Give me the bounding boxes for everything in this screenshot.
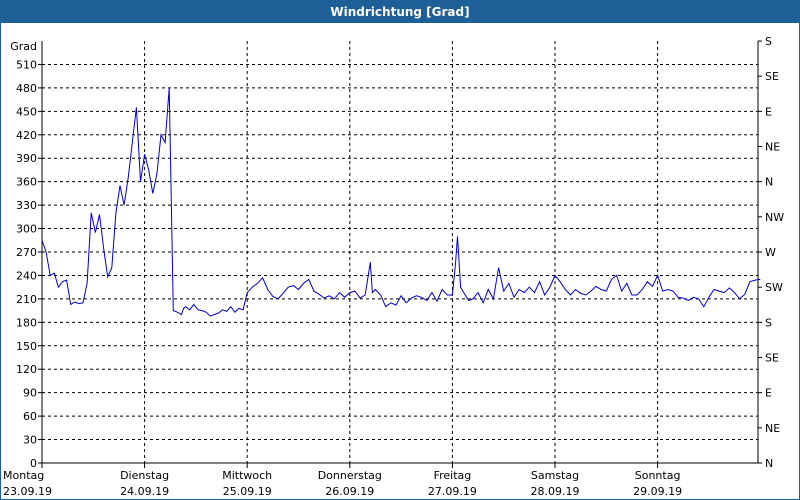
y2-tick-label: SE — [765, 352, 779, 365]
y-tick-labels: 0306090120150180210240270300330360390420… — [10, 40, 37, 470]
x-tick-label-day: Donnerstag — [318, 469, 382, 482]
y2-tick-label: E — [765, 105, 772, 118]
y2-tick-labels: N NE E SE S SW W NW N NE E SE S — [765, 35, 784, 470]
x-tick-label-date: 29.09.19 — [633, 485, 682, 498]
y-tick-label: 450 — [16, 105, 37, 118]
x-tick-label-date: 27.09.19 — [428, 485, 477, 498]
x-tick-labels: Montag 23.09.19 Dienstag 24.09.19 Mittwoch 25… — [3, 469, 682, 498]
y-tick-label: 30 — [23, 434, 37, 447]
y-tick-label: 510 — [16, 58, 37, 71]
window-title: Windrichtung [Grad] — [1, 1, 799, 23]
y2-tick-label: N — [765, 457, 773, 470]
y2-tick-label: N — [765, 176, 773, 189]
x-tick-label-day: Samstag — [531, 469, 579, 482]
y-tick-label: 150 — [16, 340, 37, 353]
y-tick-label: 330 — [16, 199, 37, 212]
x-tick-label-date: 26.09.19 — [325, 485, 374, 498]
x-tick-label-day: Mittwoch — [222, 469, 272, 482]
y2-tick-label: SE — [765, 70, 779, 83]
y-tick-label: 420 — [16, 129, 37, 142]
y-tick-label: 360 — [16, 176, 37, 189]
x-tick-label-date: 28.09.19 — [531, 485, 580, 498]
y2-tick-label: NW — [765, 211, 784, 224]
y-tick-label: 270 — [16, 246, 37, 259]
y2-tick-label: W — [765, 246, 776, 259]
x-tick-label-day: Sonntag — [635, 469, 681, 482]
y2-tick-label: SW — [765, 281, 783, 294]
grid-lines — [42, 41, 758, 463]
series-line — [41, 87, 761, 317]
y-tick-label: 240 — [16, 269, 37, 282]
y-tick-label: 90 — [23, 387, 37, 400]
x-tick-label-date: 25.09.19 — [223, 485, 272, 498]
y2-tick-label: S — [765, 316, 772, 329]
y-tick-label: 60 — [23, 410, 37, 423]
y-tick-label: 180 — [16, 316, 37, 329]
x-tick-label-date: 24.09.19 — [120, 485, 169, 498]
y-axis-title: Grad — [10, 40, 37, 53]
y-tick-label: 300 — [16, 223, 37, 236]
y-tick-label: 480 — [16, 82, 37, 95]
x-tick-label-day: Montag — [3, 469, 44, 482]
x-tick-label-date: 23.09.19 — [3, 485, 52, 498]
chart-window: Windrichtung [Grad] 0 30 60 90 120 150 180 210 2… — [0, 0, 800, 500]
line-chart: 0306090120150180210240270300330360390420… — [3, 35, 784, 498]
y-tick-label: 390 — [16, 152, 37, 165]
y2-tick-label: NE — [765, 141, 780, 154]
x-tick-label-day: Freitag — [434, 469, 472, 482]
series-group — [41, 87, 761, 317]
y-tick-label: 120 — [16, 363, 37, 376]
axes — [38, 40, 762, 468]
x-tick-label-day: Dienstag — [120, 469, 169, 482]
y2-tick-label: NE — [765, 422, 780, 435]
y2-tick-label: S — [765, 35, 772, 48]
y-tick-label: 210 — [16, 293, 37, 306]
y2-tick-label: E — [765, 387, 772, 400]
